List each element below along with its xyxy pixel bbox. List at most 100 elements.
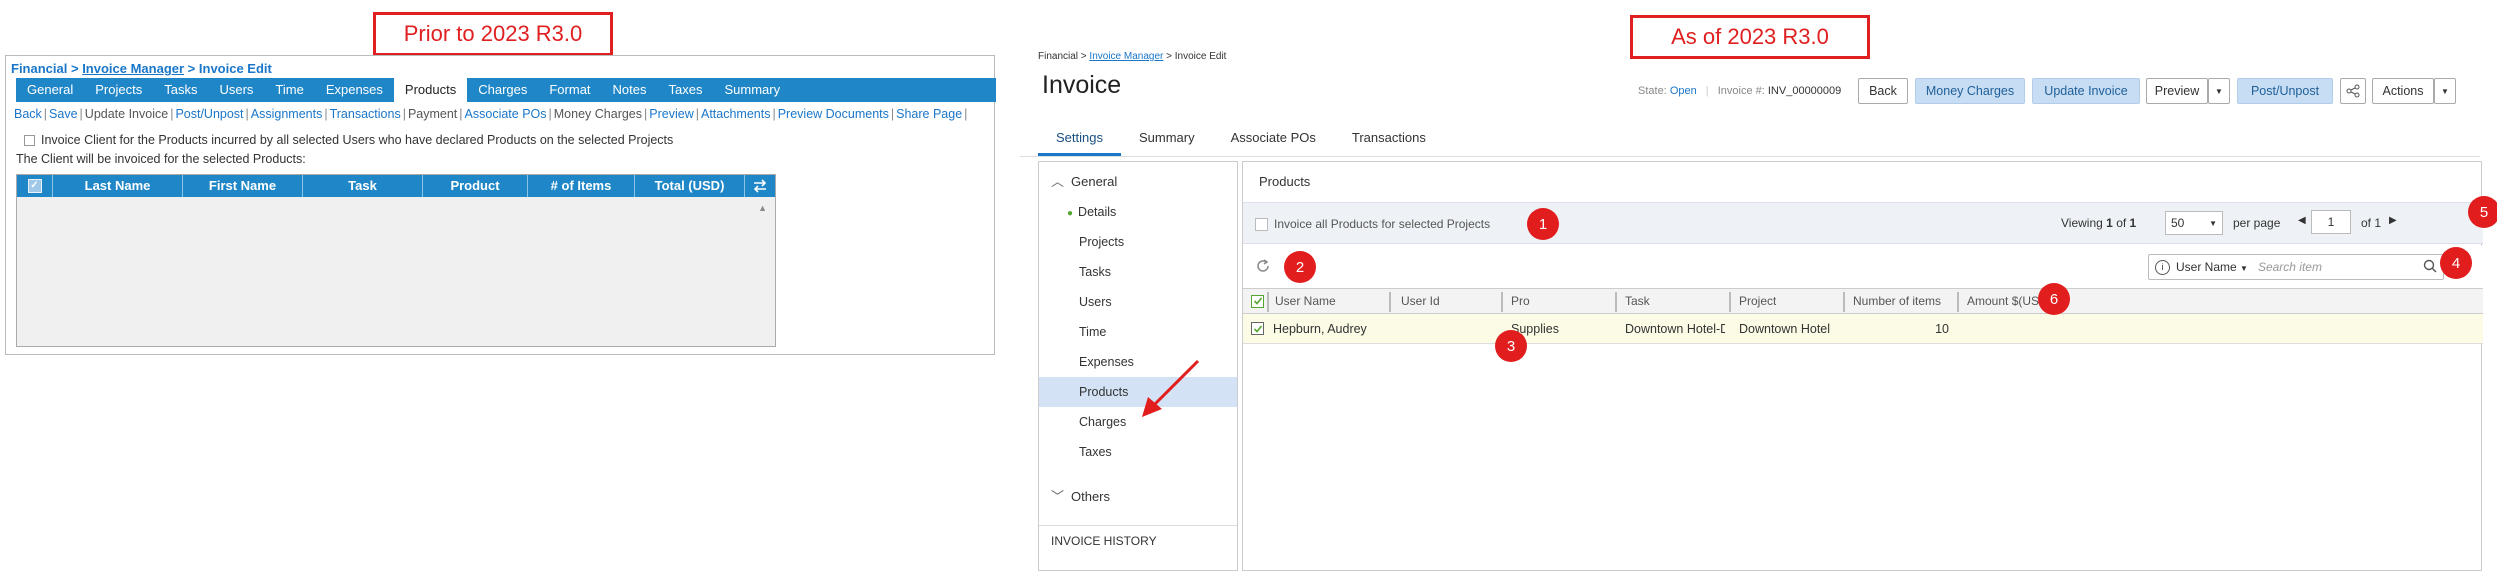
page-total-label: of 1 xyxy=(2361,216,2382,230)
old-invoice-panel: Financial > Invoice Manager > Invoice Ed… xyxy=(5,55,996,355)
share-icon[interactable] xyxy=(2340,78,2366,104)
old-col-task[interactable]: Task xyxy=(303,175,423,197)
sidebar-item-time[interactable]: Time xyxy=(1039,317,1237,347)
old-tab-tasks[interactable]: Tasks xyxy=(153,78,208,102)
old-col-num-items[interactable]: # of Items xyxy=(528,175,635,197)
tab-settings[interactable]: Settings xyxy=(1038,123,1121,156)
old-tab-expenses[interactable]: Expenses xyxy=(315,78,394,102)
post-unpost-button[interactable]: Post/Unpost xyxy=(2237,78,2333,104)
old-select-all-checkbox[interactable]: ✓ xyxy=(17,175,53,197)
sidebar-group-general[interactable]: ︿ General xyxy=(1039,167,1237,197)
old-breadcrumb: Financial > Invoice Manager > Invoice Ed… xyxy=(11,61,272,76)
products-options-bar: Invoice all Products for selected Projec… xyxy=(1243,202,2483,244)
new-invoice-page: Financial > Invoice Manager > Invoice Ed… xyxy=(1020,45,2497,571)
products-panel: Products Invoice all Products for select… xyxy=(1242,161,2483,571)
old-col-total[interactable]: Total (USD) xyxy=(635,175,745,197)
new-breadcrumb-invoice-manager[interactable]: Invoice Manager xyxy=(1089,51,1163,62)
actions-dropdown-icon[interactable]: ▼ xyxy=(2434,78,2456,104)
chevron-down-icon: ﹀ xyxy=(1051,489,1065,504)
cell-task: Downtown Hotel-DOWNT... xyxy=(1625,321,1725,336)
scroll-up-icon[interactable]: ▲ xyxy=(758,203,767,213)
new-breadcrumb-invoice-edit: > Invoice Edit xyxy=(1163,51,1227,62)
old-tab-format[interactable]: Format xyxy=(538,78,601,102)
old-products-grid: ✓ Last Name First Name Task Product # of… xyxy=(16,174,776,347)
tab-summary[interactable]: Summary xyxy=(1121,123,1213,156)
search-field-select[interactable]: User Name ▼ xyxy=(2176,260,2248,274)
old-tab-products[interactable]: Products xyxy=(393,78,468,102)
old-link-money-charges: Money Charges xyxy=(553,107,643,121)
old-invoice-client-checkbox[interactable] xyxy=(24,134,35,146)
search-box: i User Name ▼ Search item xyxy=(2148,254,2444,280)
sidebar-item-projects[interactable]: Projects xyxy=(1039,227,1237,257)
preview-button[interactable]: Preview xyxy=(2146,78,2208,104)
update-invoice-button[interactable]: Update Invoice xyxy=(2032,78,2140,104)
invoice-number: INV_00000009 xyxy=(1767,85,1842,97)
old-tab-time[interactable]: Time xyxy=(264,78,314,102)
old-tab-notes[interactable]: Notes xyxy=(602,78,658,102)
old-tab-summary[interactable]: Summary xyxy=(713,78,791,102)
tab-associate-pos[interactable]: Associate POs xyxy=(1213,123,1334,156)
col-amount[interactable]: Amount $(US xyxy=(1967,289,2039,313)
col-user-name[interactable]: User Name xyxy=(1275,289,1336,313)
refresh-icon[interactable] xyxy=(1255,258,1271,274)
col-product[interactable]: Pro xyxy=(1511,289,1530,313)
sidebar-group-others[interactable]: ﹀ Others xyxy=(1039,482,1237,512)
col-number-of-items[interactable]: Number of items xyxy=(1853,289,1941,313)
prev-page-icon[interactable]: ◀ xyxy=(2298,215,2306,226)
old-link-post-unpost[interactable]: Post/Unpost xyxy=(175,107,243,121)
col-project[interactable]: Project xyxy=(1739,289,1776,313)
old-link-preview[interactable]: Preview xyxy=(649,107,693,121)
sidebar-item-details[interactable]: ● Details xyxy=(1039,197,1237,227)
check-icon: ✓ xyxy=(27,179,42,193)
old-col-first-name[interactable]: First Name xyxy=(183,175,303,197)
old-link-share-page[interactable]: Share Page xyxy=(896,107,962,121)
old-link-save[interactable]: Save xyxy=(49,107,78,121)
old-breadcrumb-invoice-manager[interactable]: Invoice Manager xyxy=(82,61,184,76)
preview-dropdown-icon[interactable]: ▼ xyxy=(2208,78,2230,104)
old-link-assignments[interactable]: Assignments xyxy=(251,107,323,121)
callout-badge-6: 6 xyxy=(2038,283,2070,315)
old-invoice-client-option: Invoice Client for the Products incurred… xyxy=(24,133,673,147)
invoice-all-checkbox[interactable] xyxy=(1255,217,1268,231)
sidebar-item-users[interactable]: Users xyxy=(1039,287,1237,317)
page-number-input[interactable]: 1 xyxy=(2311,210,2351,234)
new-breadcrumb-financial[interactable]: Financial > xyxy=(1038,51,1089,62)
actions-button[interactable]: Actions xyxy=(2372,78,2434,104)
products-toolbar: i User Name ▼ Search item xyxy=(1243,246,2483,288)
old-link-associate-pos[interactable]: Associate POs xyxy=(465,107,547,121)
new-tab-bar: Settings Summary Associate POs Transacti… xyxy=(1038,123,1444,156)
old-tab-general[interactable]: General xyxy=(16,78,84,102)
old-col-product[interactable]: Product xyxy=(423,175,528,197)
old-link-back[interactable]: Back xyxy=(14,107,42,121)
callout-badge-3: 3 xyxy=(1495,330,1527,362)
search-icon[interactable] xyxy=(2423,259,2437,276)
select-all-checkbox[interactable] xyxy=(1251,289,1264,313)
old-tab-users[interactable]: Users xyxy=(208,78,264,102)
search-input[interactable]: Search item xyxy=(2258,260,2322,274)
cell-project: Downtown Hotel xyxy=(1739,321,1831,336)
sidebar-invoice-history[interactable]: INVOICE HISTORY xyxy=(1039,525,1237,555)
back-button[interactable]: Back xyxy=(1858,78,1908,104)
column-toggle-icon[interactable] xyxy=(745,175,775,197)
next-page-icon[interactable]: ▶ xyxy=(2389,215,2397,226)
info-icon: i xyxy=(2155,259,2170,275)
tab-transactions[interactable]: Transactions xyxy=(1334,123,1444,156)
money-charges-button[interactable]: Money Charges xyxy=(1915,78,2025,104)
page-size-select[interactable]: 50 ▼ xyxy=(2165,211,2223,235)
col-user-id[interactable]: User Id xyxy=(1401,289,1440,313)
old-tab-charges[interactable]: Charges xyxy=(467,78,538,102)
old-link-preview-documents[interactable]: Preview Documents xyxy=(778,107,889,121)
chevron-up-icon: ︿ xyxy=(1051,174,1065,189)
old-tab-taxes[interactable]: Taxes xyxy=(658,78,714,102)
old-breadcrumb-financial[interactable]: Financial xyxy=(11,61,67,76)
old-tab-projects[interactable]: Projects xyxy=(84,78,153,102)
old-link-attachments[interactable]: Attachments xyxy=(701,107,770,121)
table-row[interactable]: Hepburn, Audrey Supplies Downtown Hotel-… xyxy=(1243,314,2483,344)
col-task[interactable]: Task xyxy=(1625,289,1650,313)
row-checkbox[interactable] xyxy=(1251,314,1264,343)
per-page-label: per page xyxy=(2233,216,2281,230)
sidebar-item-tasks[interactable]: Tasks xyxy=(1039,257,1237,287)
old-col-last-name[interactable]: Last Name xyxy=(53,175,183,197)
cell-items: 10 xyxy=(1935,321,1949,336)
old-link-transactions[interactable]: Transactions xyxy=(330,107,401,121)
